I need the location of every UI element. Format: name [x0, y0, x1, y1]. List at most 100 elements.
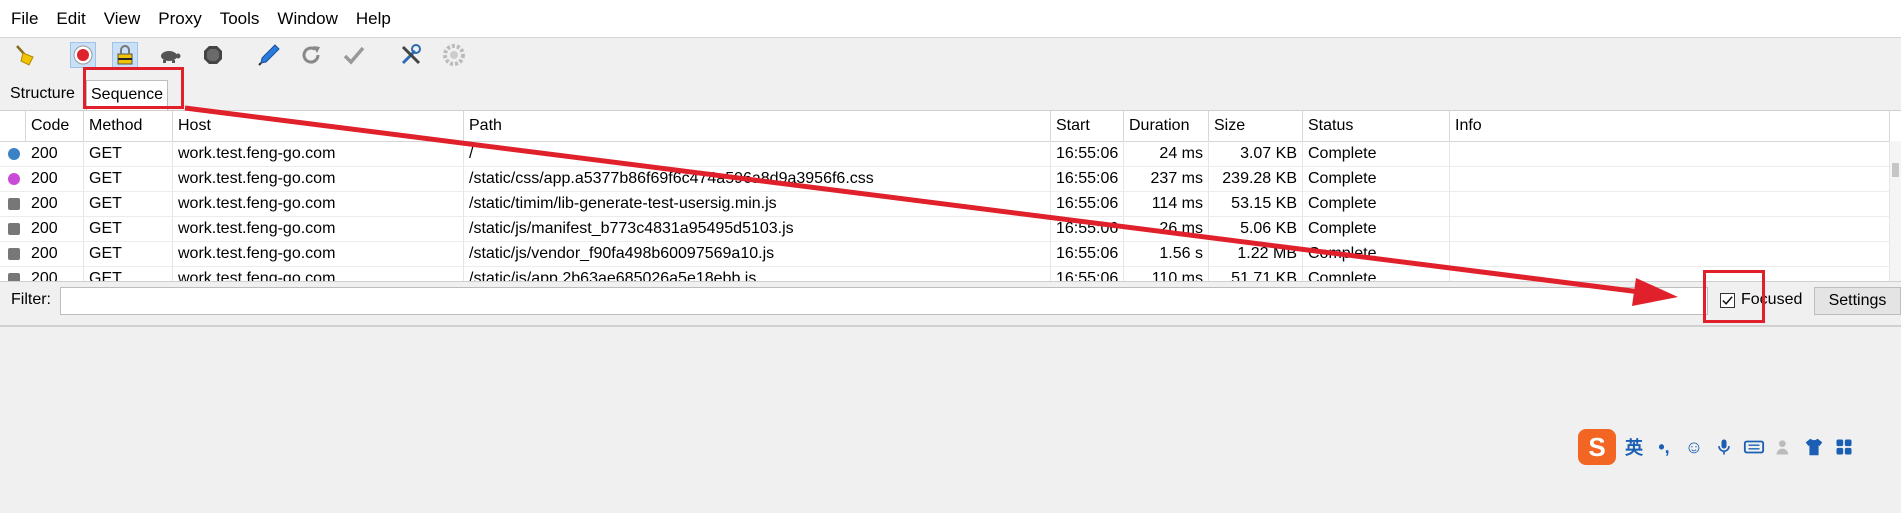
punct-toggle[interactable]: •,	[1652, 435, 1676, 459]
cell-code: 200	[26, 241, 84, 266]
keyboard-icon[interactable]	[1742, 435, 1766, 459]
cell-size: 239.28 KB	[1209, 166, 1303, 191]
menu-bar: File Edit View Proxy Tools Window Help	[0, 0, 1901, 38]
menu-help[interactable]: Help	[347, 0, 400, 38]
column-header-code[interactable]: Code	[26, 111, 84, 141]
cell-method: GET	[84, 266, 173, 281]
cell-duration: 24 ms	[1124, 141, 1209, 166]
cell-status: Complete	[1303, 216, 1450, 241]
request-table: Code Method Host Path Start Duration Siz…	[0, 110, 1901, 282]
cell-start: 16:55:06	[1051, 241, 1124, 266]
apps-icon[interactable]	[1832, 435, 1856, 459]
cell-method: GET	[84, 241, 173, 266]
column-header-info[interactable]: Info	[1450, 111, 1890, 141]
column-header-method[interactable]: Method	[84, 111, 173, 141]
cell-path: /static/timim/lib-generate-test-usersig.…	[464, 191, 1051, 216]
table-row[interactable]: 200 GET work.test.feng-go.com/static/js/ve…	[0, 241, 1890, 267]
cell-start: 16:55:06	[1051, 191, 1124, 216]
column-header-size[interactable]: Size	[1209, 111, 1303, 141]
filter-bar: Filter: Focused Settings	[0, 282, 1901, 324]
menu-proxy[interactable]: Proxy	[149, 0, 210, 38]
cell-code: 200	[26, 191, 84, 216]
repeat-icon[interactable]	[298, 42, 324, 68]
cell-status: Complete	[1303, 141, 1450, 166]
cell-info	[1450, 191, 1890, 216]
column-header-duration[interactable]: Duration	[1124, 111, 1209, 141]
tab-structure[interactable]: Structure	[6, 80, 79, 108]
table-row[interactable]: 200 GET work.test.feng-go.com/static/css/a…	[0, 166, 1890, 192]
script-file-icon	[8, 248, 20, 260]
vertical-scrollbar[interactable]	[1890, 141, 1901, 281]
scrollbar-thumb[interactable]	[1892, 163, 1899, 177]
broom-icon[interactable]	[12, 42, 38, 68]
tools-icon[interactable]	[398, 42, 424, 68]
cell-status: Complete	[1303, 241, 1450, 266]
menu-tools[interactable]: Tools	[211, 0, 269, 38]
annotation-box-focused	[1703, 270, 1765, 323]
menu-file[interactable]: File	[2, 0, 47, 38]
settings-button[interactable]: Settings	[1814, 287, 1901, 315]
sogou-logo-icon[interactable]: S	[1578, 429, 1616, 465]
skin-icon[interactable]	[1802, 435, 1826, 459]
record-icon[interactable]	[70, 42, 96, 68]
breakpoint-icon[interactable]	[200, 42, 226, 68]
lang-toggle[interactable]: 英	[1622, 435, 1646, 459]
ssl-lock-icon[interactable]	[112, 42, 138, 68]
menu-edit[interactable]: Edit	[47, 0, 94, 38]
column-icon	[0, 111, 26, 141]
filter-label: Filter:	[11, 291, 51, 308]
cell-method: GET	[84, 141, 173, 166]
settings-gear-icon[interactable]	[441, 42, 467, 68]
emoji-icon[interactable]: ☺	[1682, 435, 1706, 459]
view-tabs: Structure Sequence	[0, 80, 1901, 110]
cell-size: 3.07 KB	[1209, 141, 1303, 166]
cell-duration: 110 ms	[1124, 266, 1209, 281]
column-header-path[interactable]: Path	[464, 111, 1051, 141]
cell-duration: 114 ms	[1124, 191, 1209, 216]
cell-info	[1450, 241, 1890, 266]
cell-method: GET	[84, 166, 173, 191]
cell-start: 16:55:06	[1051, 166, 1124, 191]
resource-icon	[8, 173, 20, 185]
throttle-turtle-icon[interactable]	[156, 42, 182, 68]
column-header-status[interactable]: Status	[1303, 111, 1450, 141]
column-header-start[interactable]: Start	[1051, 111, 1124, 141]
table-row[interactable]: 200 GET work.test.feng-go.com/static/js/ap…	[0, 266, 1890, 281]
column-header-host[interactable]: Host	[173, 111, 464, 141]
ime-toolbar: S 英 •, ☺	[1578, 428, 1858, 466]
validate-check-icon[interactable]	[341, 42, 367, 68]
cell-code: 200	[26, 141, 84, 166]
filter-input[interactable]	[60, 287, 1708, 315]
mic-icon[interactable]	[1712, 435, 1736, 459]
pane-divider[interactable]	[0, 325, 1901, 327]
cell-duration: 26 ms	[1124, 216, 1209, 241]
cell-size: 51.71 KB	[1209, 266, 1303, 281]
table-row[interactable]: 200 GET work.test.feng-go.com/static/timim…	[0, 191, 1890, 217]
cell-host: work.test.feng-go.com	[173, 216, 464, 241]
compose-pen-icon[interactable]	[256, 42, 282, 68]
cell-path: /static/css/app.a5377b86f69f6c474a596a8d…	[464, 166, 1051, 191]
cell-size: 53.15 KB	[1209, 191, 1303, 216]
cell-start: 16:55:06	[1051, 141, 1124, 166]
cell-path: /static/js/app.2b63ae685026a5e18ebb.js	[464, 266, 1051, 281]
menu-window[interactable]: Window	[268, 0, 346, 38]
cell-method: GET	[84, 191, 173, 216]
cell-start: 16:55:06	[1051, 216, 1124, 241]
resource-icon	[8, 148, 20, 160]
table-row[interactable]: 200 GET work.test.feng-go.com/static/js/ma…	[0, 216, 1890, 242]
cell-method: GET	[84, 216, 173, 241]
cell-host: work.test.feng-go.com	[173, 266, 464, 281]
menu-view[interactable]: View	[95, 0, 150, 38]
user-icon[interactable]	[1772, 435, 1796, 459]
cell-size: 5.06 KB	[1209, 216, 1303, 241]
cell-host: work.test.feng-go.com	[173, 241, 464, 266]
cell-status: Complete	[1303, 266, 1450, 281]
cell-info	[1450, 266, 1890, 281]
cell-status: Complete	[1303, 166, 1450, 191]
script-file-icon	[8, 273, 20, 281]
cell-size: 1.22 MB	[1209, 241, 1303, 266]
table-row[interactable]: 200 GET work.test.feng-go.com/16:55:06 24 m…	[0, 141, 1890, 167]
script-file-icon	[8, 223, 20, 235]
cell-info	[1450, 166, 1890, 191]
cell-path: /static/js/manifest_b773c4831a95495d5103…	[464, 216, 1051, 241]
